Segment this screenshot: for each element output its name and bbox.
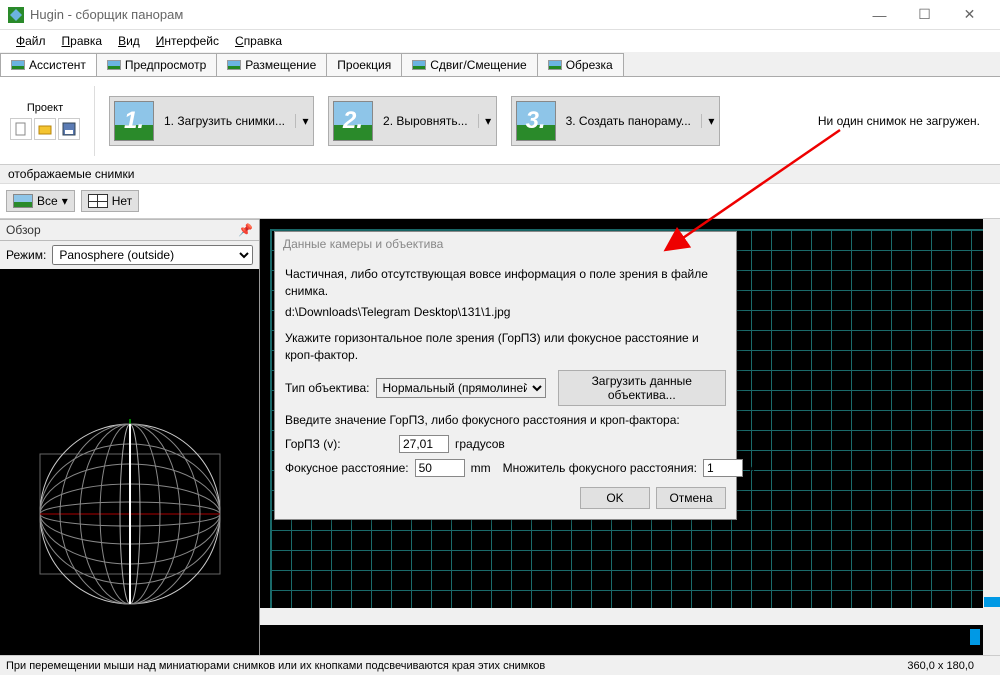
assistant-toolbar: Проект 1. 1. Загрузить снимки... ▾ 2. 2.… bbox=[0, 77, 1000, 165]
crop-unit: x bbox=[749, 461, 755, 475]
document-icon bbox=[14, 122, 28, 136]
tab-projection[interactable]: Проекция bbox=[326, 53, 402, 76]
dialog-filepath: d:\Downloads\Telegram Desktop\131\1.jpg bbox=[285, 304, 726, 321]
statusbar-dimensions: 360,0 x 180,0 bbox=[907, 660, 994, 672]
menu-view[interactable]: Вид bbox=[110, 32, 148, 50]
hfov-input[interactable] bbox=[399, 435, 449, 453]
mode-label: Режим: bbox=[6, 248, 46, 262]
grid-icon bbox=[88, 194, 108, 208]
slider-handle-v[interactable] bbox=[984, 597, 1000, 607]
panorama-icon bbox=[548, 60, 562, 70]
thumbnail-icon bbox=[13, 194, 33, 208]
pin-icon[interactable]: 📌 bbox=[238, 223, 253, 237]
focal-length-label: Фокусное расстояние: bbox=[285, 461, 409, 475]
menu-help[interactable]: Справка bbox=[227, 32, 290, 50]
folder-icon bbox=[38, 122, 52, 136]
tab-crop[interactable]: Обрезка bbox=[537, 53, 624, 76]
project-group: Проект bbox=[10, 102, 80, 140]
menu-interface[interactable]: Интерфейс bbox=[148, 32, 227, 50]
align-button[interactable]: 2. 2. Выровнять... ▾ bbox=[328, 96, 497, 146]
load-images-button[interactable]: 1. 1. Загрузить снимки... ▾ bbox=[109, 96, 314, 146]
project-label: Проект bbox=[27, 102, 63, 114]
mode-row: Режим: Panosphere (outside) bbox=[0, 241, 259, 269]
crop-factor-input[interactable] bbox=[703, 459, 743, 477]
slider-handle-h[interactable] bbox=[970, 629, 980, 645]
tab-layout[interactable]: Размещение bbox=[216, 53, 327, 76]
panorama-icon bbox=[11, 60, 25, 70]
tab-assistant[interactable]: Ассистент bbox=[0, 53, 97, 76]
chevron-down-icon: ▾ bbox=[62, 194, 68, 208]
dialog-instruction: Укажите горизонтальное поле зрения (ГорП… bbox=[285, 330, 726, 364]
separator bbox=[94, 86, 95, 156]
mode-select[interactable]: Panosphere (outside) bbox=[52, 245, 253, 265]
panorama-icon bbox=[227, 60, 241, 70]
chevron-down-icon[interactable]: ▾ bbox=[478, 114, 492, 128]
tab-preview[interactable]: Предпросмотр bbox=[96, 53, 217, 76]
lens-type-label: Тип объектива: bbox=[285, 381, 370, 395]
window-controls: — ☐ ✕ bbox=[857, 0, 992, 30]
show-all-button[interactable]: Все ▾ bbox=[6, 190, 75, 212]
overview-header: Обзор 📌 bbox=[0, 219, 259, 241]
overview-panel: Обзор 📌 Режим: Panosphere (outside) bbox=[0, 219, 260, 669]
ok-button[interactable]: OK bbox=[580, 487, 650, 509]
chevron-down-icon[interactable]: ▾ bbox=[295, 114, 309, 128]
create-panorama-button[interactable]: 3. 3. Создать панораму... ▾ bbox=[511, 96, 720, 146]
statusbar: При перемещении мыши над миниатюрами сни… bbox=[0, 655, 1000, 675]
hfov-unit: градусов bbox=[455, 437, 505, 451]
focal-unit: mm bbox=[471, 461, 491, 475]
step-1-icon: 1. bbox=[114, 101, 154, 141]
close-button[interactable]: ✕ bbox=[947, 0, 992, 30]
maximize-button[interactable]: ☐ bbox=[902, 0, 947, 30]
horizontal-scrollbar[interactable] bbox=[260, 608, 983, 625]
step-2-icon: 2. bbox=[333, 101, 373, 141]
load-lens-data-button[interactable]: Загрузить данные объектива... bbox=[558, 370, 727, 406]
panosphere-preview bbox=[35, 419, 225, 609]
tab-move[interactable]: Сдвиг/Смещение bbox=[401, 53, 537, 76]
statusbar-hint: При перемещении мыши над миниатюрами сни… bbox=[6, 660, 545, 672]
menu-file[interactable]: Файл bbox=[8, 32, 54, 50]
show-none-button[interactable]: Нет bbox=[81, 190, 139, 212]
window-title: Hugin - сборщик панорам bbox=[30, 7, 183, 22]
step-3-icon: 3. bbox=[516, 101, 556, 141]
crop-factor-label: Множитель фокусного расстояния: bbox=[503, 461, 697, 475]
panorama-icon bbox=[412, 60, 426, 70]
new-project-button[interactable] bbox=[10, 118, 32, 140]
overview-canvas[interactable] bbox=[0, 269, 259, 669]
app-icon bbox=[8, 7, 24, 23]
panorama-icon bbox=[107, 60, 121, 70]
chevron-down-icon[interactable]: ▾ bbox=[701, 114, 715, 128]
displayed-images-row: Все ▾ Нет bbox=[0, 184, 1000, 219]
dialog-title: Данные камеры и объектива bbox=[275, 232, 736, 256]
minimize-button[interactable]: — bbox=[857, 0, 902, 30]
titlebar: Hugin - сборщик панорам — ☐ ✕ bbox=[0, 0, 1000, 30]
menu-edit[interactable]: Правка bbox=[54, 32, 111, 50]
dialog-message: Частичная, либо отсутствующая вовсе инфо… bbox=[285, 266, 726, 300]
lens-data-dialog: Данные камеры и объектива Частичная, либ… bbox=[274, 231, 737, 520]
save-icon bbox=[62, 122, 76, 136]
dialog-instruction-2: Введите значение ГорПЗ, либо фокусного р… bbox=[285, 412, 726, 429]
focal-length-input[interactable] bbox=[415, 459, 465, 477]
cancel-button[interactable]: Отмена bbox=[656, 487, 726, 509]
toolbar-tabs: Ассистент Предпросмотр Размещение Проекц… bbox=[0, 52, 1000, 77]
displayed-images-label: отображаемые снимки bbox=[0, 165, 1000, 184]
menubar: Файл Правка Вид Интерфейс Справка bbox=[0, 30, 1000, 52]
load-status: Ни один снимок не загружен. bbox=[818, 114, 990, 128]
hfov-label: ГорПЗ (v): bbox=[285, 437, 393, 451]
save-project-button[interactable] bbox=[58, 118, 80, 140]
lens-type-select[interactable]: Нормальный (прямолинейный) bbox=[376, 378, 546, 398]
open-project-button[interactable] bbox=[34, 118, 56, 140]
